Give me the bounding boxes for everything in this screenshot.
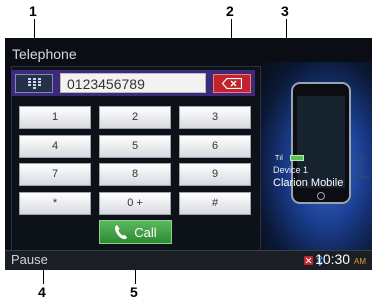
key-8[interactable]: 8 bbox=[99, 163, 171, 186]
call-button-label: Call bbox=[134, 224, 157, 240]
key-7[interactable]: 7 bbox=[19, 163, 91, 186]
status-clock: 10:30 AM bbox=[315, 251, 366, 267]
callout-1: 1 bbox=[29, 3, 37, 19]
battery-icon bbox=[290, 155, 304, 161]
backspace-icon bbox=[222, 78, 242, 89]
key-3[interactable]: 3 bbox=[179, 106, 251, 129]
telephone-screen: Telephone 0123456789 1 2 3 4 5 6 7 8 9 *… bbox=[5, 38, 372, 270]
number-entry-bar: 0123456789 bbox=[11, 70, 255, 96]
clock-ampm: AM bbox=[354, 257, 366, 266]
call-button[interactable]: Call bbox=[99, 220, 172, 244]
keypad-toggle-button[interactable] bbox=[15, 74, 53, 93]
key-4[interactable]: 4 bbox=[19, 135, 91, 158]
key-hash[interactable]: # bbox=[179, 192, 251, 215]
status-bar: Pause 10:30 AM bbox=[5, 250, 372, 270]
callout-2: 2 bbox=[226, 3, 234, 19]
callout-4: 4 bbox=[38, 284, 46, 300]
callout-3: 3 bbox=[281, 3, 289, 19]
device-name[interactable]: Clarion Mobile bbox=[273, 177, 343, 189]
key-1[interactable]: 1 bbox=[19, 106, 91, 129]
clock-time: 10:30 bbox=[315, 251, 351, 267]
screen-title: Telephone bbox=[12, 46, 77, 62]
delete-button[interactable] bbox=[213, 74, 251, 93]
keypad-icon bbox=[27, 78, 41, 89]
number-display[interactable]: 0123456789 bbox=[60, 73, 206, 93]
key-5[interactable]: 5 bbox=[99, 135, 171, 158]
phone-handset-icon bbox=[115, 225, 128, 240]
pause-button[interactable]: Pause bbox=[11, 252, 48, 267]
muted-status-icon bbox=[304, 256, 313, 265]
key-star[interactable]: * bbox=[19, 192, 91, 215]
key-0-plus[interactable]: 0 + bbox=[99, 192, 171, 215]
phone-home-button bbox=[317, 192, 325, 200]
callout-5: 5 bbox=[130, 284, 138, 300]
key-9[interactable]: 9 bbox=[179, 163, 251, 186]
device-index: 1 bbox=[352, 148, 371, 186]
signal-icon: Tıl bbox=[275, 155, 283, 162]
key-2[interactable]: 2 bbox=[99, 106, 171, 129]
device-label: Device 1 bbox=[273, 165, 309, 175]
key-6[interactable]: 6 bbox=[179, 135, 251, 158]
